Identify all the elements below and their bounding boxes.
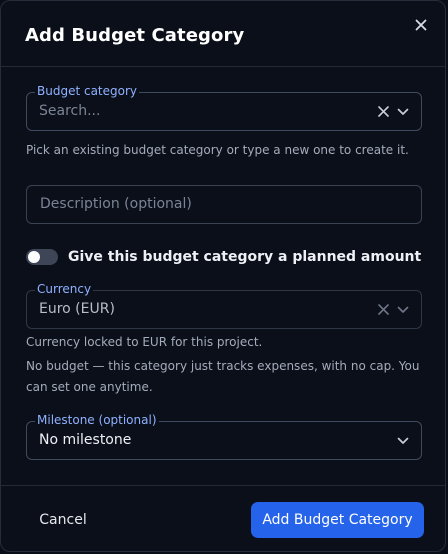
currency-locked-helper: Currency locked to EUR for this project. <box>26 335 263 349</box>
add-budget-category-button[interactable]: Add Budget Category <box>251 502 424 538</box>
planned-amount-label: Give this budget category a planned amou… <box>68 249 422 265</box>
toggle-knob <box>28 251 40 263</box>
milestone-dropdown-button[interactable] <box>395 422 411 459</box>
currency-dropdown-button[interactable] <box>395 291 411 328</box>
clear-icon <box>377 304 389 315</box>
chevron-down-icon <box>397 437 409 444</box>
milestone-value: No milestone <box>39 432 132 448</box>
budget-category-combobox[interactable]: Budget category Search... <box>26 83 422 131</box>
close-icon <box>415 19 427 31</box>
no-budget-helper: No budget — this category just tracks ex… <box>26 359 420 394</box>
budget-category-dropdown-button[interactable] <box>395 93 411 130</box>
close-button[interactable] <box>411 15 431 35</box>
clear-button[interactable] <box>375 93 391 130</box>
currency-clear-button[interactable] <box>375 291 391 328</box>
footer-divider <box>1 485 445 486</box>
description-input[interactable]: Description (optional) <box>40 186 192 223</box>
chevron-down-icon <box>397 108 409 115</box>
description-field[interactable]: Description (optional) <box>26 185 422 224</box>
chevron-down-icon <box>397 306 409 313</box>
budget-category-search-input[interactable]: Search... <box>39 93 100 130</box>
planned-amount-toggle[interactable] <box>26 249 58 265</box>
header-divider <box>1 66 445 67</box>
currency-select[interactable]: Currency Euro (EUR) <box>26 281 422 329</box>
currency-value: Euro (EUR) <box>39 301 115 317</box>
milestone-select[interactable]: Milestone (optional) No milestone <box>26 412 422 460</box>
add-budget-category-dialog: Add Budget Category Budget category Sear… <box>0 0 446 552</box>
budget-category-helper-text: Pick an existing budget category or type… <box>26 143 409 157</box>
cancel-button[interactable]: Cancel <box>27 503 99 537</box>
clear-icon <box>377 106 389 117</box>
dialog-title: Add Budget Category <box>25 25 245 46</box>
